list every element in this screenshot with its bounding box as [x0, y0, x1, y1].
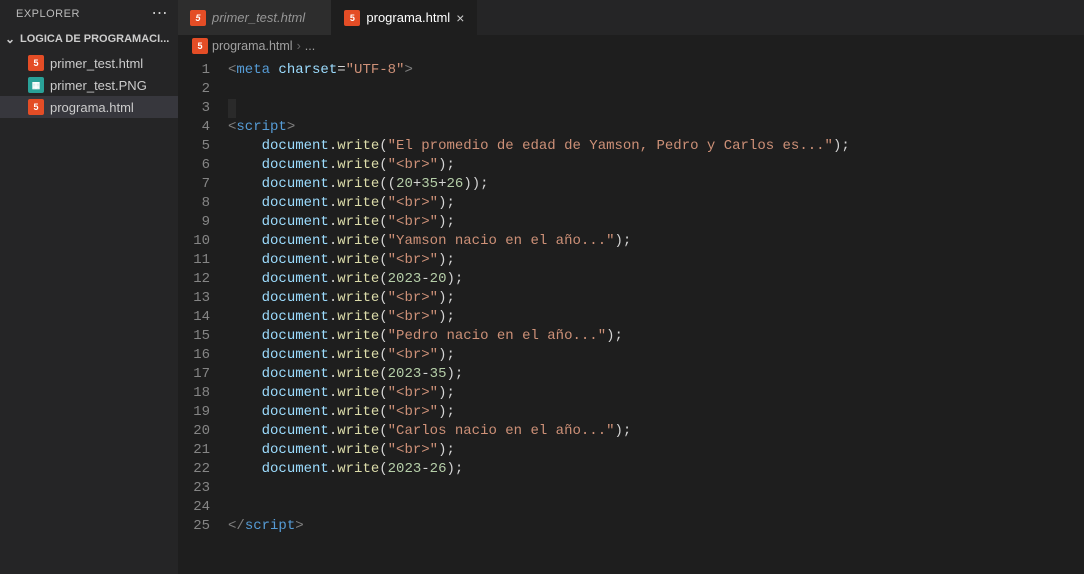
file-tree-item[interactable]: 5 programa.html [0, 96, 178, 118]
line-number: 2 [178, 80, 210, 99]
chevron-down-icon: ⌄ [2, 32, 18, 46]
code-line[interactable]: document.write("<br>"); [228, 403, 850, 422]
file-tree-item-label: primer_test.html [50, 56, 143, 71]
explorer-sidebar: EXPLORER ⋯ ⌄ LOGICA DE PROGRAMACI... 5 pr… [0, 0, 178, 574]
close-icon[interactable]: × [456, 10, 464, 26]
line-number: 16 [178, 346, 210, 365]
tab-bar: 5 primer_test.html ×5 programa.html × [178, 0, 1084, 35]
file-tree: 5 primer_test.html ▦ primer_test.PNG 5 progra… [0, 50, 178, 120]
line-number: 14 [178, 308, 210, 327]
code-line[interactable]: document.write("<br>"); [228, 156, 850, 175]
code-line[interactable]: document.write(2023-26); [228, 460, 850, 479]
code-line[interactable]: document.write((20+35+26)); [228, 175, 850, 194]
editor-tab-label: primer_test.html [212, 10, 305, 25]
code-line[interactable]: document.write("Yamson nacio en el año..… [228, 232, 850, 251]
editor-tab[interactable]: 5primer_test.html× [178, 0, 332, 35]
html-file-icon: 5 [190, 10, 206, 26]
html-file-icon: 5 [344, 10, 360, 26]
code-line[interactable]: document.write(2023-20); [228, 270, 850, 289]
code-line[interactable] [228, 80, 850, 99]
breadcrumb-tail: ... [305, 39, 315, 53]
line-number: 20 [178, 422, 210, 441]
explorer-more-icon[interactable]: ⋯ [152, 6, 169, 22]
code-line[interactable]: document.write("Pedro nacio en el año...… [228, 327, 850, 346]
code-line[interactable] [228, 99, 850, 118]
code-line[interactable]: document.write("Carlos nacio en el año..… [228, 422, 850, 441]
line-number: 17 [178, 365, 210, 384]
line-number: 4 [178, 118, 210, 137]
file-tree-item-label: programa.html [50, 100, 134, 115]
code-line[interactable]: document.write("<br>"); [228, 213, 850, 232]
line-number-gutter: 1234567891011121314151617181920212223242… [178, 57, 228, 574]
file-tree-item-label: primer_test.PNG [50, 78, 147, 93]
line-number: 11 [178, 251, 210, 270]
editor-tab[interactable]: 5 programa.html × [332, 0, 477, 35]
line-number: 7 [178, 175, 210, 194]
line-number: 6 [178, 156, 210, 175]
code-editor[interactable]: 1234567891011121314151617181920212223242… [178, 57, 1084, 574]
explorer-header: EXPLORER ⋯ [0, 0, 178, 28]
breadcrumb[interactable]: 5 programa.html › ... [178, 35, 1084, 57]
line-number: 23 [178, 479, 210, 498]
line-number: 22 [178, 460, 210, 479]
html-file-icon: 5 [28, 99, 44, 115]
code-line[interactable] [228, 498, 850, 517]
code-line[interactable]: document.write(2023-35); [228, 365, 850, 384]
code-line[interactable]: document.write("<br>"); [228, 289, 850, 308]
code-line[interactable]: <script> [228, 118, 850, 137]
editor-area: 5 primer_test.html ×5 programa.html × 5 prog… [178, 0, 1084, 574]
breadcrumb-separator: › [297, 39, 301, 53]
line-number: 19 [178, 403, 210, 422]
html-file-icon: 5 [28, 55, 44, 71]
code-line[interactable]: document.write("<br>"); [228, 384, 850, 403]
code-line[interactable]: document.write("El promedio de edad de Y… [228, 137, 850, 156]
explorer-title: EXPLORER [16, 8, 80, 20]
line-number: 12 [178, 270, 210, 289]
code-line[interactable]: document.write("<br>"); [228, 441, 850, 460]
code-line[interactable]: document.write("<br>"); [228, 194, 850, 213]
html-file-icon: 5 [192, 38, 208, 54]
code-line[interactable]: document.write("<br>"); [228, 251, 850, 270]
line-number: 9 [178, 213, 210, 232]
file-tree-item[interactable]: ▦ primer_test.PNG [0, 74, 178, 96]
code-line[interactable]: document.write("<br>"); [228, 346, 850, 365]
line-number: 8 [178, 194, 210, 213]
line-number: 3 [178, 99, 210, 118]
line-number: 13 [178, 289, 210, 308]
line-number: 21 [178, 441, 210, 460]
code-line[interactable] [228, 479, 850, 498]
line-number: 24 [178, 498, 210, 517]
image-file-icon: ▦ [28, 77, 44, 93]
line-number: 1 [178, 61, 210, 80]
code-line[interactable]: </script> [228, 517, 850, 536]
code-line[interactable]: <meta charset="UTF-8"> [228, 61, 850, 80]
line-number: 15 [178, 327, 210, 346]
code-content[interactable]: <meta charset="UTF-8"> <script> document… [228, 57, 850, 574]
breadcrumb-file: programa.html [212, 39, 293, 53]
code-line[interactable]: document.write("<br>"); [228, 308, 850, 327]
file-tree-item[interactable]: 5 primer_test.html [0, 52, 178, 74]
line-number: 25 [178, 517, 210, 536]
folder-section-header[interactable]: ⌄ LOGICA DE PROGRAMACI... [0, 28, 178, 50]
line-number: 5 [178, 137, 210, 156]
editor-tab-label: programa.html [366, 10, 450, 25]
folder-name: LOGICA DE PROGRAMACI... [20, 33, 169, 45]
line-number: 10 [178, 232, 210, 251]
line-number: 18 [178, 384, 210, 403]
